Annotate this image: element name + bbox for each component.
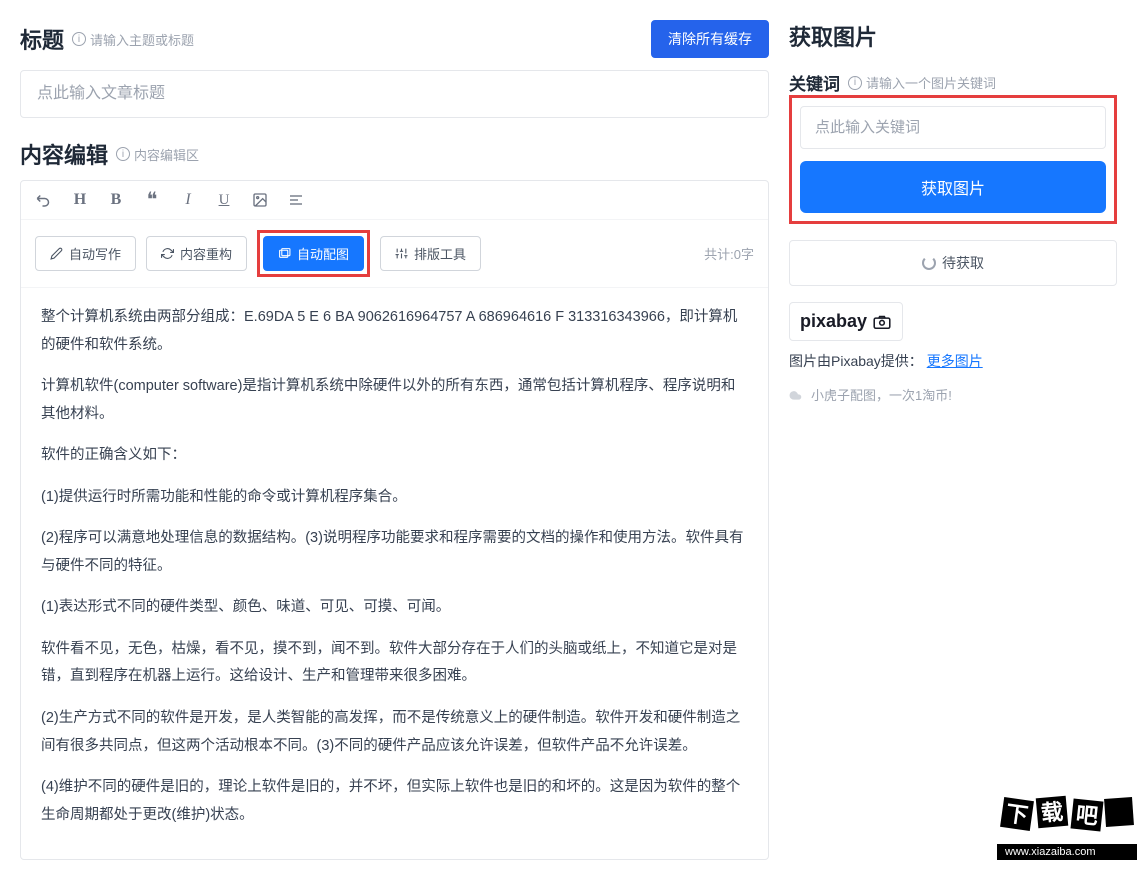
paragraph: 软件的正确含义如下： <box>41 442 748 470</box>
align-left-icon[interactable] <box>287 191 305 209</box>
quote-icon[interactable]: ❝ <box>143 191 161 209</box>
keyword-label: 关键词 i 请输入一个图片关键词 <box>789 70 1117 95</box>
paragraph: (1)表达形式不同的硬件类型、颜色、味道、可见、可摸、可闻。 <box>41 594 748 622</box>
clear-cache-button[interactable]: 清除所有缓存 <box>651 20 769 58</box>
underline-icon[interactable]: U <box>215 191 233 209</box>
keyword-input[interactable] <box>800 106 1106 149</box>
editor-toolbar: H B ❝ I U <box>21 181 768 220</box>
svg-text:下: 下 <box>1004 801 1029 829</box>
heading-icon[interactable]: H <box>71 191 89 209</box>
provided-text: 图片由Pixabay提供： 更多图片 <box>789 351 1117 371</box>
get-image-button[interactable]: 获取图片 <box>800 161 1106 213</box>
loading-icon <box>922 256 936 270</box>
paragraph: 计算机软件(computer software)是指计算机系统中除硬件以外的所有… <box>41 373 748 428</box>
action-buttons: 自动写作 内容重构 自动配图 排版工具 <box>35 230 481 277</box>
info-icon: i <box>72 32 86 46</box>
auto-write-button[interactable]: 自动写作 <box>35 236 136 271</box>
article-title-input[interactable] <box>20 70 769 118</box>
paragraph: (4)维护不同的硬件是旧的，理论上软件是旧的，并不坏，但实际上软件也是旧的和坏的… <box>41 774 748 829</box>
action-bar: 自动写作 内容重构 自动配图 排版工具 <box>21 220 768 288</box>
paragraph: (2)程序可以满意地处理信息的数据结构。(3)说明程序功能要求和程序需要的文档的… <box>41 525 748 580</box>
svg-text:载: 载 <box>1040 799 1064 826</box>
paragraph: (2)生产方式不同的软件是开发，是人类智能的高发挥，而不是传统意义上的硬件制造。… <box>41 705 748 760</box>
svg-text:吧: 吧 <box>1075 802 1100 829</box>
editor-content[interactable]: 整个计算机系统由两部分组成：E.69DA 5 E 6 BA 9062616964… <box>21 288 768 859</box>
content-hint: i 内容编辑区 <box>116 145 199 164</box>
title-label: 标题 i 请输入主题或标题 <box>20 23 194 55</box>
highlight-auto-image: 自动配图 <box>257 230 370 277</box>
refresh-icon <box>161 247 174 260</box>
watermark: 下 载 吧 www.xiazaiba.com <box>997 794 1137 860</box>
keyword-hint: i 请输入一个图片关键词 <box>848 73 996 92</box>
watermark-url: www.xiazaiba.com <box>997 844 1137 860</box>
title-header: 标题 i 请输入主题或标题 清除所有缓存 <box>20 20 769 58</box>
auto-image-button[interactable]: 自动配图 <box>263 236 364 271</box>
paragraph: 整个计算机系统由两部分组成：E.69DA 5 E 6 BA 9062616964… <box>41 304 748 359</box>
cloud-icon <box>789 389 805 401</box>
paragraph: (1)提供运行时所需功能和性能的命令或计算机程序集合。 <box>41 484 748 512</box>
pending-status: 待获取 <box>789 240 1117 286</box>
word-count: 共计:0字 <box>704 244 754 263</box>
camera-icon <box>872 315 892 329</box>
bold-icon[interactable]: B <box>107 191 125 209</box>
settings-icon <box>395 247 408 260</box>
more-images-link[interactable]: 更多图片 <box>927 353 983 369</box>
restructure-button[interactable]: 内容重构 <box>146 236 247 271</box>
image-panel-title: 获取图片 <box>789 20 1117 52</box>
undo-icon[interactable] <box>35 191 53 209</box>
left-panel: 标题 i 请输入主题或标题 清除所有缓存 内容编辑 i 内容编辑区 <box>0 0 789 880</box>
editor-box: H B ❝ I U 自动写作 <box>20 180 769 860</box>
info-icon: i <box>848 76 862 90</box>
highlight-keyword-area: 获取图片 <box>789 95 1117 224</box>
watermark-logo: 下 载 吧 <box>997 794 1137 844</box>
right-panel: 获取图片 关键词 i 请输入一个图片关键词 获取图片 待获取 pixabay 图… <box>789 0 1137 880</box>
footer-note: 小虎子配图，一次1淘币! <box>789 385 1117 404</box>
content-label: 内容编辑 i 内容编辑区 <box>20 138 199 170</box>
title-hint: i 请输入主题或标题 <box>72 30 194 49</box>
content-header: 内容编辑 i 内容编辑区 <box>20 138 769 170</box>
images-icon <box>278 247 291 260</box>
image-icon[interactable] <box>251 191 269 209</box>
italic-icon[interactable]: I <box>179 191 197 209</box>
paragraph: 软件看不见，无色，枯燥，看不见，摸不到，闻不到。软件大部分存在于人们的头脑或纸上… <box>41 636 748 691</box>
info-icon: i <box>116 147 130 161</box>
layout-tool-button[interactable]: 排版工具 <box>380 236 481 271</box>
pixabay-logo: pixabay <box>789 302 903 341</box>
pencil-icon <box>50 247 63 260</box>
title-text: 标题 <box>20 23 64 55</box>
